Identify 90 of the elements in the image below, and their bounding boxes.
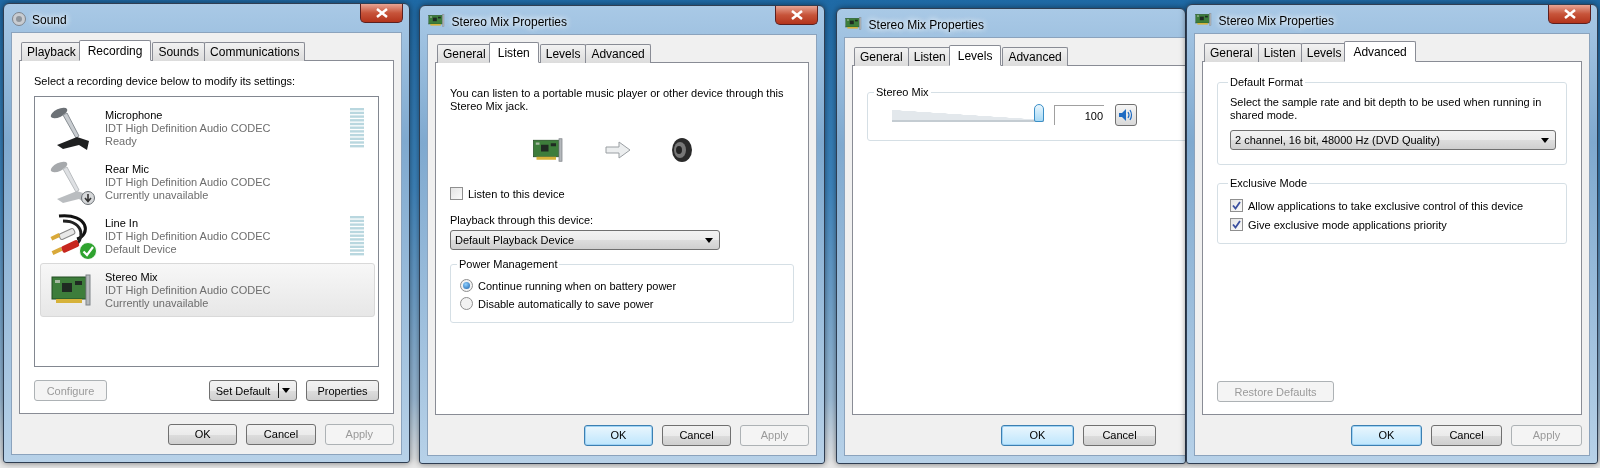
device-name: Stereo Mix [105, 270, 159, 284]
mute-button[interactable] [1115, 104, 1137, 126]
dialog-button[interactable]: OK [1351, 424, 1422, 446]
dialog-button[interactable]: Cancel [662, 424, 731, 446]
window-title: Stereo Mix Properties [868, 18, 984, 32]
window-title: Stereo Mix Properties [451, 15, 567, 29]
format-dropdown[interactable]: 2 channel, 16 bit, 48000 Hz (DVD Quality) [1230, 130, 1556, 150]
check-icon [1232, 201, 1241, 210]
group-title: Exclusive Mode [1229, 177, 1309, 189]
dialog-button[interactable]: Cancel [1083, 424, 1156, 446]
device-name: Rear Mic [105, 162, 150, 176]
caret-icon [1541, 137, 1549, 143]
tab[interactable]: Listen [488, 42, 539, 63]
action-button[interactable]: Properties [306, 380, 379, 401]
tab[interactable]: Levels [539, 44, 587, 63]
radio-button[interactable] [460, 297, 473, 310]
device-status: Currently unavailable [105, 188, 210, 202]
close-button[interactable] [775, 6, 818, 25]
device-item[interactable]: Microphone IDT High Definition Audio CODEC Ready [40, 101, 375, 155]
tab[interactable]: Recording [78, 40, 152, 61]
device-driver: IDT High Definition Audio CODEC [105, 175, 272, 189]
checkbox[interactable] [1230, 199, 1243, 212]
split-button[interactable]: Set Default [209, 380, 297, 401]
description-text: Select the sample rate and bit depth to be used when running in shared mode. [1230, 96, 1543, 122]
description-text: You can listen to a portable music player or other device through this Stereo Mix jack. [450, 87, 785, 113]
close-icon [375, 8, 388, 18]
speaker-icon [670, 137, 693, 163]
checkbox[interactable] [1230, 218, 1243, 231]
close-button[interactable] [360, 4, 403, 23]
device-status: Currently unavailable [105, 296, 210, 310]
dialog-button[interactable]: Cancel [246, 423, 316, 445]
tab[interactable]: Communications [204, 42, 306, 61]
caret-icon [282, 388, 291, 393]
device-name: Microphone [105, 108, 164, 122]
device-name: Line In [105, 216, 140, 230]
tab[interactable]: Playback [21, 42, 82, 61]
speaker-icon [12, 12, 26, 26]
tab[interactable]: General [1204, 43, 1259, 62]
speaker-icon [1118, 108, 1134, 122]
tab[interactable]: Advanced [1344, 41, 1416, 62]
dialog-button[interactable]: OK [1001, 424, 1074, 446]
device-driver: IDT High Definition Audio CODEC [105, 229, 272, 243]
tab[interactable]: General [437, 44, 492, 63]
device-item[interactable]: Rear Mic IDT High Definition Audio CODEC Currently unavailable [40, 155, 375, 209]
instruction-text: Select a recording device below to modify its settings: [34, 75, 297, 87]
group-title: Default Format [1229, 76, 1304, 88]
tab[interactable]: Advanced [1002, 47, 1068, 66]
playback-dropdown[interactable]: Default Playback Device [450, 230, 720, 250]
radio-button[interactable] [460, 279, 473, 292]
field-label: Playback through this device: [450, 214, 595, 226]
radio-label: Disable automatically to save power [478, 297, 654, 310]
device-item[interactable]: Line In IDT High Definition Audio CODEC Default Device [40, 209, 375, 263]
dialog-button[interactable]: OK [168, 423, 238, 445]
dialog-button[interactable]: Cancel [1431, 424, 1502, 446]
window-title: Stereo Mix Properties [1218, 14, 1334, 28]
window-title: Sound [32, 13, 67, 27]
device-status: Ready [105, 134, 138, 148]
tab[interactable]: Levels [948, 45, 1002, 66]
group-title: Power Management [458, 258, 559, 270]
radio-label: Continue running when on battery power [478, 279, 677, 292]
check-icon [1232, 220, 1241, 229]
device-status: Default Device [105, 242, 178, 256]
close-icon [1563, 9, 1576, 19]
caret-icon [705, 237, 713, 243]
volume-field[interactable]: 100 [1054, 105, 1104, 125]
dialog-button[interactable]: OK [584, 424, 653, 446]
sound-card-icon [1195, 13, 1213, 26]
tab[interactable]: Advanced [585, 44, 651, 63]
sound-card-icon [845, 17, 863, 30]
sound-card-icon [531, 138, 565, 162]
down-arrow-badge-icon [81, 191, 95, 205]
checkbox-label: Listen to this device [468, 187, 565, 200]
checkbox[interactable] [450, 187, 463, 200]
device-item[interactable]: Stereo Mix IDT High Definition Audio CODEC Currently unavailable [40, 263, 375, 317]
device-driver: IDT High Definition Audio CODEC [105, 283, 272, 297]
close-icon [790, 10, 803, 20]
slider-thumb[interactable] [1034, 104, 1044, 122]
sound-card-icon [50, 274, 94, 306]
close-button[interactable] [1548, 5, 1591, 24]
tab[interactable]: Listen [907, 47, 952, 66]
device-driver: IDT High Definition Audio CODEC [105, 121, 272, 135]
check-badge-icon [79, 242, 97, 260]
tab[interactable]: Sounds [152, 42, 206, 61]
right-arrow-icon [604, 141, 631, 159]
tab[interactable]: General [854, 47, 909, 66]
group-title: Stereo Mix [875, 86, 930, 98]
checkbox-label: Give exclusive mode applications priority [1248, 218, 1447, 231]
tab[interactable]: Listen [1257, 43, 1302, 62]
sound-card-icon [428, 14, 446, 27]
checkbox-label: Allow applications to take exclusive control of this device [1248, 199, 1524, 212]
